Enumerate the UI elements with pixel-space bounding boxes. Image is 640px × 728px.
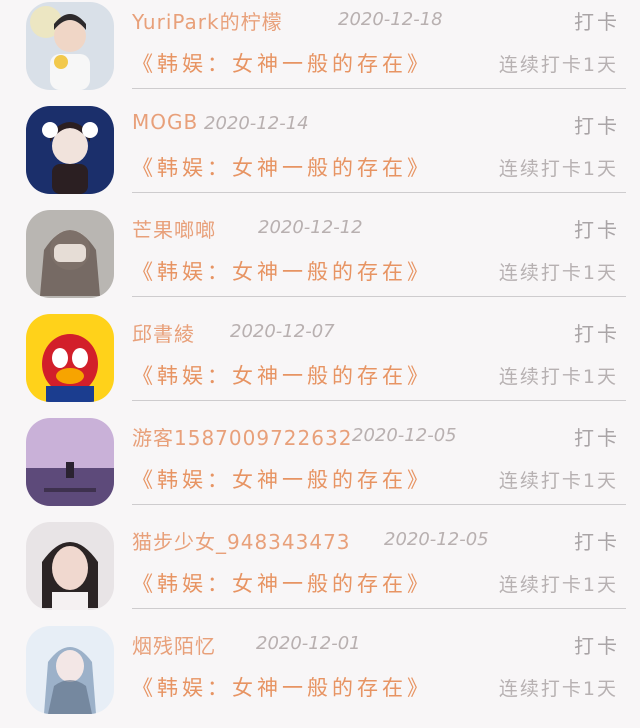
avatar[interactable]	[26, 210, 114, 298]
checkin-button[interactable]: 打卡	[574, 110, 620, 139]
list-item[interactable]: 芒果啷啷 2020-12-12 打卡 《韩娱：女神一般的存在》 连续打卡1天	[0, 208, 640, 312]
divider	[132, 608, 626, 609]
divider	[132, 192, 626, 193]
avatar[interactable]	[26, 418, 114, 506]
checkin-date: 2020-12-05	[384, 529, 489, 550]
checkin-date: 2020-12-12	[258, 217, 363, 238]
topic-title[interactable]: 《韩娱：女神一般的存在》	[132, 360, 432, 390]
user-name: MOGB	[132, 110, 199, 134]
streak-text: 连续打卡1天	[498, 262, 618, 284]
checkin-button[interactable]: 打卡	[574, 630, 620, 659]
divider	[132, 296, 626, 297]
list-item[interactable]: MOGB 2020-12-14 打卡 《韩娱：女神一般的存在》 连续打卡1天	[0, 104, 640, 208]
divider	[132, 504, 626, 505]
checkin-date: 2020-12-14	[204, 113, 309, 134]
streak-text: 连续打卡1天	[498, 54, 618, 76]
checkin-date: 2020-12-01	[256, 633, 361, 654]
list-item[interactable]: 邱書綾 2020-12-07 打卡 《韩娱：女神一般的存在》 连续打卡1天	[0, 312, 640, 416]
checkin-button[interactable]: 打卡	[574, 6, 620, 35]
list-item[interactable]: 猫步少女_948343473 2020-12-05 打卡 《韩娱：女神一般的存在…	[0, 520, 640, 624]
streak-text: 连续打卡1天	[498, 574, 618, 596]
divider	[132, 400, 626, 401]
topic-title[interactable]: 《韩娱：女神一般的存在》	[132, 568, 432, 598]
checkin-date: 2020-12-05	[352, 425, 457, 446]
checkin-date: 2020-12-18	[338, 9, 443, 30]
list-item[interactable]: 烟残陌忆 2020-12-01 打卡 《韩娱：女神一般的存在》 连续打卡1天	[0, 624, 640, 728]
checkin-date: 2020-12-07	[230, 321, 335, 342]
user-name: YuriPark的柠檬	[132, 10, 283, 34]
list-item[interactable]: 游客1587009722632 2020-12-05 打卡 《韩娱：女神一般的存…	[0, 416, 640, 520]
topic-title[interactable]: 《韩娱：女神一般的存在》	[132, 48, 432, 78]
topic-title[interactable]: 《韩娱：女神一般的存在》	[132, 256, 432, 286]
user-name: 猫步少女_948343473	[132, 530, 351, 554]
streak-text: 连续打卡1天	[498, 678, 618, 700]
user-name: 邱書綾	[132, 322, 195, 346]
avatar[interactable]	[26, 626, 114, 714]
checkin-button[interactable]: 打卡	[574, 214, 620, 243]
checkin-button[interactable]: 打卡	[574, 526, 620, 555]
checkin-button[interactable]: 打卡	[574, 318, 620, 347]
streak-text: 连续打卡1天	[498, 470, 618, 492]
user-name: 游客1587009722632	[132, 426, 353, 450]
streak-text: 连续打卡1天	[498, 158, 618, 180]
topic-title[interactable]: 《韩娱：女神一般的存在》	[132, 672, 432, 702]
avatar[interactable]	[26, 314, 114, 402]
topic-title[interactable]: 《韩娱：女神一般的存在》	[132, 152, 432, 182]
avatar[interactable]	[26, 522, 114, 610]
checkin-list: YuriPark的柠檬 2020-12-18 打卡 《韩娱：女神一般的存在》 连…	[0, 0, 640, 715]
avatar[interactable]	[26, 106, 114, 194]
streak-text: 连续打卡1天	[498, 366, 618, 388]
topic-title[interactable]: 《韩娱：女神一般的存在》	[132, 464, 432, 494]
avatar[interactable]	[26, 2, 114, 90]
checkin-button[interactable]: 打卡	[574, 422, 620, 451]
divider	[132, 88, 626, 89]
list-item[interactable]: YuriPark的柠檬 2020-12-18 打卡 《韩娱：女神一般的存在》 连…	[0, 0, 640, 104]
user-name: 烟残陌忆	[132, 634, 216, 658]
user-name: 芒果啷啷	[132, 218, 216, 242]
